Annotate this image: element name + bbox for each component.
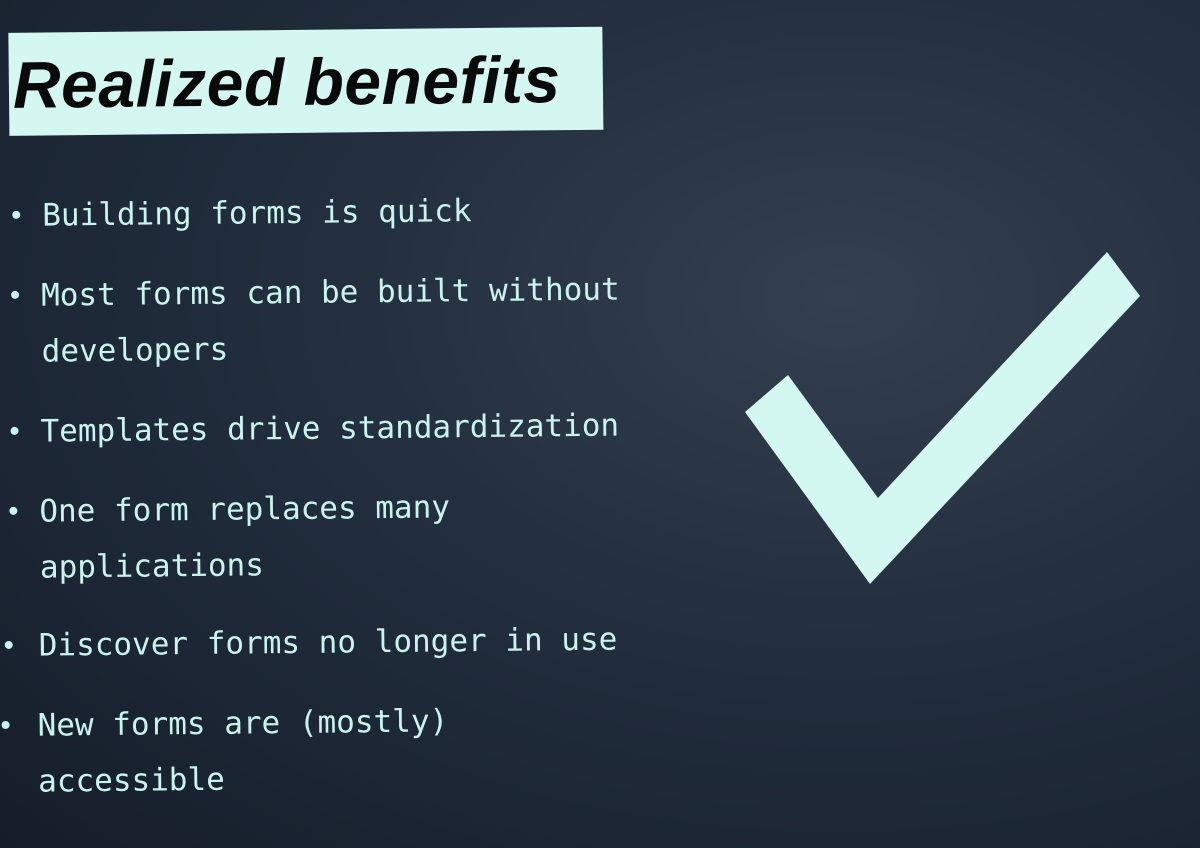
bullet-text: One form replaces many — [39, 489, 451, 530]
bullet-dot-icon — [11, 290, 20, 299]
bullet-text: Discover forms no longer in use — [38, 621, 618, 664]
bullet-dot-icon — [10, 426, 19, 435]
bullet-item: Discover forms no longer in use — [4, 612, 618, 674]
bullet-text: Most forms can be built without — [40, 271, 620, 314]
bullet-item: New forms are (mostly) accessible — [1, 693, 449, 810]
bullet-item: Most forms can be built without develope… — [11, 262, 621, 380]
bullet-list: Building forms is quick Most forms can b… — [0, 0, 709, 848]
bullet-text: developers — [41, 331, 229, 370]
bullet-text: Building forms is quick — [42, 193, 472, 234]
bullet-item: Building forms is quick — [12, 183, 472, 244]
bullet-dot-icon — [1, 720, 10, 730]
bullet-text: New forms are (mostly) — [37, 703, 449, 744]
bullet-dot-icon — [9, 506, 18, 515]
bullet-item: One form replaces many applications — [9, 479, 451, 596]
bullet-text: Templates drive standardization — [40, 407, 620, 450]
bullet-dot-icon — [12, 210, 21, 219]
bullet-text: applications — [39, 547, 265, 586]
bullet-item: Templates drive standardization — [10, 398, 619, 460]
bullet-dot-icon — [4, 640, 13, 649]
slide: Realized benefits Building forms is quic… — [0, 0, 1200, 848]
bullet-text: accessible — [37, 761, 226, 800]
